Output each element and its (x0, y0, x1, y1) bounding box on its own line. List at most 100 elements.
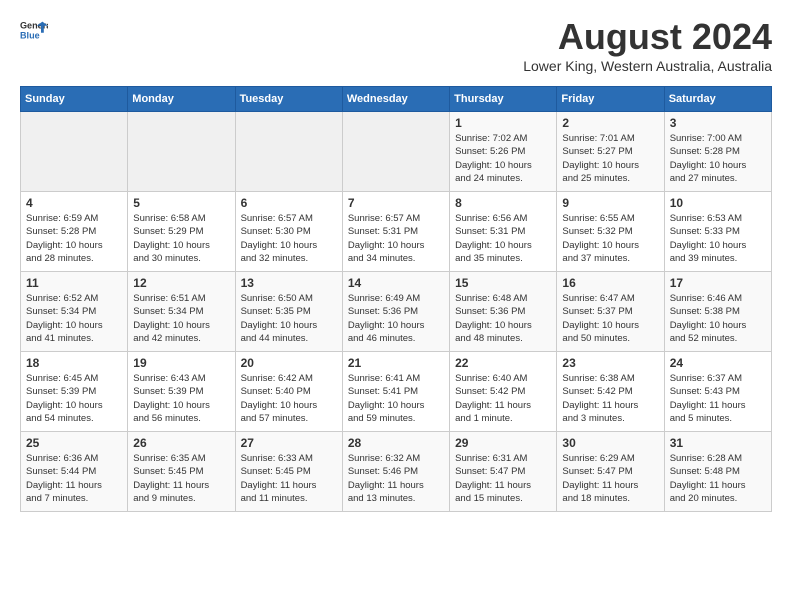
header: General Blue August 2024 Lower King, Wes… (20, 16, 772, 74)
day-info: Sunrise: 6:45 AM Sunset: 5:39 PM Dayligh… (26, 372, 122, 425)
day-number: 29 (455, 436, 551, 450)
weekday-header: Sunday (21, 87, 128, 112)
day-info: Sunrise: 6:36 AM Sunset: 5:44 PM Dayligh… (26, 452, 122, 505)
day-info: Sunrise: 6:59 AM Sunset: 5:28 PM Dayligh… (26, 212, 122, 265)
calendar-cell: 11Sunrise: 6:52 AM Sunset: 5:34 PM Dayli… (21, 272, 128, 352)
day-number: 9 (562, 196, 658, 210)
day-info: Sunrise: 6:56 AM Sunset: 5:31 PM Dayligh… (455, 212, 551, 265)
weekday-header: Thursday (450, 87, 557, 112)
day-info: Sunrise: 6:38 AM Sunset: 5:42 PM Dayligh… (562, 372, 658, 425)
day-info: Sunrise: 6:42 AM Sunset: 5:40 PM Dayligh… (241, 372, 337, 425)
day-number: 15 (455, 276, 551, 290)
day-number: 22 (455, 356, 551, 370)
day-number: 2 (562, 116, 658, 130)
calendar-cell: 28 Sunrise: 6:32 AM Sunset: 5:46 PM Dayli… (342, 432, 449, 512)
day-info: Sunrise: 6:28 AM Sunset: 5:48 PM Dayligh… (670, 452, 766, 505)
day-number: 12 (133, 276, 229, 290)
calendar-title: August 2024 (523, 16, 772, 58)
calendar-cell: 4 Sunrise: 6:59 AM Sunset: 5:28 PM Daylig… (21, 192, 128, 272)
day-number: 25 (26, 436, 122, 450)
day-number: 5 (133, 196, 229, 210)
calendar-cell: 20 Sunrise: 6:42 AM Sunset: 5:40 PM Dayli… (235, 352, 342, 432)
calendar-cell: 6 Sunrise: 6:57 AM Sunset: 5:30 PM Daylig… (235, 192, 342, 272)
day-number: 6 (241, 196, 337, 210)
day-info: Sunrise: 6:47 AM Sunset: 5:37 PM Dayligh… (562, 292, 658, 345)
calendar-table: SundayMondayTuesdayWednesdayThursdayFrid… (20, 86, 772, 512)
day-info: Sunrise: 6:32 AM Sunset: 5:46 PM Dayligh… (348, 452, 444, 505)
weekday-header: Tuesday (235, 87, 342, 112)
day-info: Sunrise: 6:50 AM Sunset: 5:35 PM Dayligh… (241, 292, 337, 345)
calendar-cell: 8 Sunrise: 6:56 AM Sunset: 5:31 PM Daylig… (450, 192, 557, 272)
day-number: 8 (455, 196, 551, 210)
day-number: 17 (670, 276, 766, 290)
calendar-cell: 15 Sunrise: 6:48 AM Sunset: 5:36 PM Dayli… (450, 272, 557, 352)
calendar-cell: 27 Sunrise: 6:33 AM Sunset: 5:45 PM Dayli… (235, 432, 342, 512)
weekday-header: Saturday (664, 87, 771, 112)
day-number: 28 (348, 436, 444, 450)
day-info: Sunrise: 6:53 AM Sunset: 5:33 PM Dayligh… (670, 212, 766, 265)
day-info: Sunrise: 7:00 AM Sunset: 5:28 PM Dayligh… (670, 132, 766, 185)
calendar-week-row: 1Sunrise: 7:02 AM Sunset: 5:26 PM Daylig… (21, 112, 772, 192)
calendar-cell (342, 112, 449, 192)
calendar-cell: 1Sunrise: 7:02 AM Sunset: 5:26 PM Daylig… (450, 112, 557, 192)
day-info: Sunrise: 6:33 AM Sunset: 5:45 PM Dayligh… (241, 452, 337, 505)
calendar-cell (128, 112, 235, 192)
day-number: 26 (133, 436, 229, 450)
calendar-cell: 17 Sunrise: 6:46 AM Sunset: 5:38 PM Dayli… (664, 272, 771, 352)
calendar-week-row: 4 Sunrise: 6:59 AM Sunset: 5:28 PM Daylig… (21, 192, 772, 272)
day-info: Sunrise: 7:01 AM Sunset: 5:27 PM Dayligh… (562, 132, 658, 185)
day-info: Sunrise: 6:51 AM Sunset: 5:34 PM Dayligh… (133, 292, 229, 345)
day-number: 21 (348, 356, 444, 370)
day-info: Sunrise: 6:57 AM Sunset: 5:30 PM Dayligh… (241, 212, 337, 265)
weekday-header: Monday (128, 87, 235, 112)
day-number: 24 (670, 356, 766, 370)
calendar-subtitle: Lower King, Western Australia, Australia (523, 58, 772, 74)
day-number: 10 (670, 196, 766, 210)
day-info: Sunrise: 6:37 AM Sunset: 5:43 PM Dayligh… (670, 372, 766, 425)
day-number: 19 (133, 356, 229, 370)
day-number: 7 (348, 196, 444, 210)
calendar-cell: 13Sunrise: 6:50 AM Sunset: 5:35 PM Dayli… (235, 272, 342, 352)
day-info: Sunrise: 6:46 AM Sunset: 5:38 PM Dayligh… (670, 292, 766, 345)
calendar-header: SundayMondayTuesdayWednesdayThursdayFrid… (21, 87, 772, 112)
calendar-cell: 24 Sunrise: 6:37 AM Sunset: 5:43 PM Dayli… (664, 352, 771, 432)
day-number: 16 (562, 276, 658, 290)
calendar-cell: 23 Sunrise: 6:38 AM Sunset: 5:42 PM Dayli… (557, 352, 664, 432)
calendar-cell: 19 Sunrise: 6:43 AM Sunset: 5:39 PM Dayli… (128, 352, 235, 432)
day-number: 23 (562, 356, 658, 370)
calendar-cell: 7Sunrise: 6:57 AM Sunset: 5:31 PM Daylig… (342, 192, 449, 272)
day-info: Sunrise: 7:02 AM Sunset: 5:26 PM Dayligh… (455, 132, 551, 185)
header-row: SundayMondayTuesdayWednesdayThursdayFrid… (21, 87, 772, 112)
logo: General Blue (20, 16, 48, 44)
day-number: 20 (241, 356, 337, 370)
calendar-cell: 5Sunrise: 6:58 AM Sunset: 5:29 PM Daylig… (128, 192, 235, 272)
day-number: 3 (670, 116, 766, 130)
day-info: Sunrise: 6:43 AM Sunset: 5:39 PM Dayligh… (133, 372, 229, 425)
calendar-cell: 18 Sunrise: 6:45 AM Sunset: 5:39 PM Dayli… (21, 352, 128, 432)
day-info: Sunrise: 6:49 AM Sunset: 5:36 PM Dayligh… (348, 292, 444, 345)
calendar-cell: 31Sunrise: 6:28 AM Sunset: 5:48 PM Dayli… (664, 432, 771, 512)
day-number: 27 (241, 436, 337, 450)
calendar-cell: 2 Sunrise: 7:01 AM Sunset: 5:27 PM Daylig… (557, 112, 664, 192)
calendar-cell: 22 Sunrise: 6:40 AM Sunset: 5:42 PM Dayli… (450, 352, 557, 432)
calendar-cell: 26 Sunrise: 6:35 AM Sunset: 5:45 PM Dayli… (128, 432, 235, 512)
calendar-cell: 12 Sunrise: 6:51 AM Sunset: 5:34 PM Dayli… (128, 272, 235, 352)
day-number: 18 (26, 356, 122, 370)
day-number: 4 (26, 196, 122, 210)
day-number: 14 (348, 276, 444, 290)
calendar-cell: 16 Sunrise: 6:47 AM Sunset: 5:37 PM Dayli… (557, 272, 664, 352)
title-area: August 2024 Lower King, Western Australi… (523, 16, 772, 74)
day-number: 11 (26, 276, 122, 290)
calendar-cell: 3 Sunrise: 7:00 AM Sunset: 5:28 PM Daylig… (664, 112, 771, 192)
day-info: Sunrise: 6:55 AM Sunset: 5:32 PM Dayligh… (562, 212, 658, 265)
calendar-cell (235, 112, 342, 192)
calendar-cell: 30Sunrise: 6:29 AM Sunset: 5:47 PM Dayli… (557, 432, 664, 512)
svg-text:Blue: Blue (20, 30, 40, 40)
weekday-header: Friday (557, 87, 664, 112)
calendar-cell: 25 Sunrise: 6:36 AM Sunset: 5:44 PM Dayli… (21, 432, 128, 512)
day-info: Sunrise: 6:35 AM Sunset: 5:45 PM Dayligh… (133, 452, 229, 505)
day-info: Sunrise: 6:48 AM Sunset: 5:36 PM Dayligh… (455, 292, 551, 345)
day-info: Sunrise: 6:31 AM Sunset: 5:47 PM Dayligh… (455, 452, 551, 505)
day-info: Sunrise: 6:40 AM Sunset: 5:42 PM Dayligh… (455, 372, 551, 425)
calendar-cell: 14 Sunrise: 6:49 AM Sunset: 5:36 PM Dayli… (342, 272, 449, 352)
